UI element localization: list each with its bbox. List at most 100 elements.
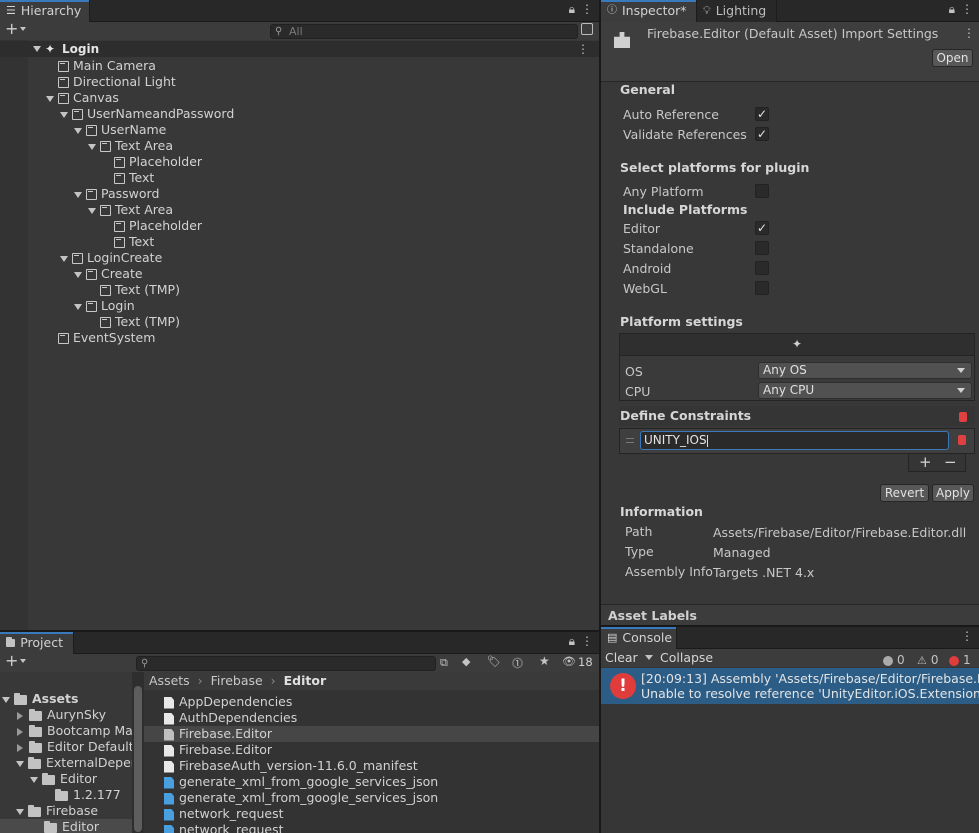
expand-arrow[interactable] [88,207,96,214]
expand-arrow[interactable] [74,191,82,198]
expand-arrow[interactable] [30,776,38,783]
validate-references-checkbox[interactable]: ✓ [755,127,769,141]
file-item[interactable]: Firebase.Editor [164,742,272,758]
hierarchy-item[interactable]: Create [74,266,143,282]
favorite-icon[interactable]: ★ [539,654,550,668]
breadcrumb-editor[interactable]: Editor [284,673,327,688]
tab-lighting[interactable]: 💡︎ Lighting [697,0,777,22]
clear-button[interactable]: Clear [605,649,638,667]
file-item[interactable]: network_request [164,806,284,822]
more-options-icon[interactable]: ⋮ [581,634,593,649]
hidden-packages-icon[interactable]: 👁︎ [562,655,576,668]
warning-filter-icon[interactable]: ⓵ [512,655,523,671]
tree-item[interactable]: ExternalDependenc [16,755,132,771]
tab-console[interactable]: ▤ Console [601,627,677,649]
log-filter-button[interactable]: 0 [883,651,913,667]
hierarchy-item[interactable]: Canvas [46,90,119,106]
file-item[interactable]: FirebaseAuth_version-11.6.0_manifest [164,758,418,774]
expand-arrow[interactable] [74,127,82,134]
breadcrumb-firebase[interactable]: Firebase [211,673,263,688]
scene-search-icon[interactable] [581,23,593,35]
expand-arrow[interactable] [74,303,82,310]
hierarchy-item[interactable]: Placeholder [114,218,202,234]
tree-item[interactable]: Assets [2,691,78,707]
add-constraint-button[interactable]: + [919,453,932,471]
file-item[interactable]: AuthDependencies [164,710,297,726]
constraint-input[interactable]: UNITY_IOS [640,431,949,450]
hierarchy-item[interactable]: Main Camera [58,58,156,74]
tree-item[interactable]: 1.2.177 [55,787,121,803]
file-item[interactable]: network_request [164,822,284,833]
lock-icon[interactable]: 🔒︎ [569,634,575,649]
tree-item-selected[interactable]: Editor [0,819,132,833]
collapse-button[interactable]: Collapse [660,649,713,667]
label-icon[interactable]: 🏷︎ [487,655,501,668]
apply-button[interactable]: Apply [932,484,974,502]
more-options-icon[interactable]: ⋮ [581,2,593,17]
platform-android-checkbox[interactable] [755,261,769,275]
file-item[interactable]: generate_xml_from_google_services_json [164,774,438,790]
expand-arrow[interactable] [60,111,68,118]
revert-button[interactable]: Revert [880,484,929,502]
hierarchy-item[interactable]: Text Area [88,138,173,154]
hierarchy-item[interactable]: Text Area [88,202,173,218]
lock-icon[interactable]: 🔒︎ [569,2,575,17]
hierarchy-search-input[interactable]: ⚲ All [270,23,578,39]
file-item[interactable]: AppDependencies [164,694,292,710]
hierarchy-item[interactable]: Placeholder [114,154,202,170]
hierarchy-item[interactable]: EventSystem [58,330,155,346]
expand-arrow[interactable] [74,271,82,278]
tab-inspector[interactable]: ⓘ Inspector* [601,0,697,22]
os-dropdown[interactable]: Any OS [758,362,972,379]
breadcrumb-assets[interactable]: Assets [149,673,190,688]
add-icon[interactable]: + [5,651,18,670]
platform-standalone-checkbox[interactable] [755,241,769,255]
expand-arrow[interactable] [46,95,54,102]
unity-platform-icon[interactable]: ✦ [792,337,802,351]
lock-icon[interactable]: 🔒︎ [949,2,955,17]
expand-arrow[interactable] [88,143,96,150]
hierarchy-item[interactable]: UserName [74,122,166,138]
filter-type-icon[interactable]: ◆ [462,655,470,668]
collapse-arrow[interactable] [17,743,23,752]
expand-arrow[interactable] [2,696,10,703]
tree-scrollbar[interactable] [132,672,144,833]
error-filter-button[interactable]: 1 [949,651,979,667]
file-item-selected[interactable]: Firebase.Editor [144,726,599,742]
more-options-icon[interactable]: ⋮ [961,629,973,643]
expand-arrow[interactable] [33,46,41,52]
auto-reference-checkbox[interactable]: ✓ [755,107,769,121]
hierarchy-item[interactable]: LoginCreate [60,250,162,266]
scene-row[interactable]: ✦ Login ⋮ [0,41,599,57]
hierarchy-item[interactable]: Login [74,298,135,314]
inspector-more-icon[interactable]: ⋮ [963,26,975,40]
tree-item[interactable]: Editor [30,771,97,787]
platform-editor-checkbox[interactable]: ✓ [755,221,769,235]
chevron-down-icon[interactable] [20,659,26,663]
chevron-down-icon[interactable] [20,27,26,31]
scene-more-icon[interactable]: ⋮ [577,41,589,57]
search-by-type-icon[interactable]: ⧉ [440,656,448,670]
warning-filter-button[interactable]: ⚠︎ 0 [917,651,947,667]
hierarchy-item[interactable]: Password [74,186,159,202]
clear-options-dropdown[interactable] [645,655,653,660]
asset-labels-bar[interactable]: Asset Labels [601,604,979,625]
hierarchy-item[interactable]: Text (TMP) [100,314,180,330]
add-icon[interactable]: + [5,19,18,38]
hierarchy-item[interactable]: Directional Light [58,74,176,90]
console-message-row[interactable]: ! [20:09:13] Assembly 'Assets/Firebase/E… [601,668,979,704]
open-button[interactable]: Open [932,49,973,67]
cpu-dropdown[interactable]: Any CPU [758,382,972,399]
platform-webgl-checkbox[interactable] [755,281,769,295]
collapse-arrow[interactable] [17,727,23,736]
hierarchy-item[interactable]: Text (TMP) [100,282,180,298]
drag-handle-icon[interactable] [626,438,634,443]
hierarchy-item[interactable]: Text [114,234,154,250]
tree-item[interactable]: AurynSky [17,707,106,723]
remove-constraint-button[interactable]: − [944,453,957,471]
more-options-icon[interactable]: ⋮ [961,2,973,17]
expand-arrow[interactable] [60,255,68,262]
collapse-arrow[interactable] [17,711,23,720]
expand-arrow[interactable] [16,808,24,815]
tree-item[interactable]: Firebase [16,803,98,819]
